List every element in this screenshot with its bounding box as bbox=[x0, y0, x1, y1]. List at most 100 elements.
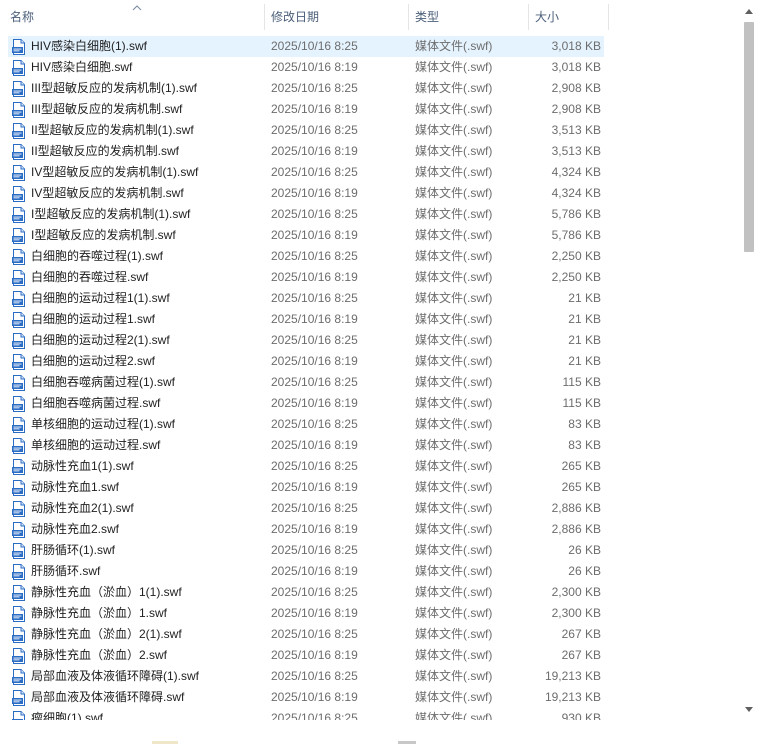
column-header-bar: 名称 修改日期 类型 大小 bbox=[0, 0, 742, 34]
file-row[interactable]: I型超敏反应的发病机制(1).swf 2025/10/16 8:25 媒体文件(.s… bbox=[8, 204, 604, 225]
swf-file-icon bbox=[11, 165, 27, 181]
file-name: HIV感染白细胞(1).swf bbox=[31, 39, 148, 53]
swf-file-icon bbox=[11, 39, 27, 55]
file-type: 媒体文件(.swf) bbox=[415, 60, 493, 74]
file-modified-date: 2025/10/16 8:25 bbox=[271, 375, 358, 389]
file-size: 3,513 KB bbox=[551, 144, 601, 158]
file-name: 动脉性充血2(1).swf bbox=[31, 501, 134, 515]
swf-file-icon bbox=[11, 354, 27, 370]
file-row[interactable]: 局部血液及体液循环障碍.swf 2025/10/16 8:19 媒体文件(.swf)… bbox=[8, 687, 604, 708]
file-type: 媒体文件(.swf) bbox=[415, 228, 493, 242]
file-row[interactable]: 白细胞的运动过程2.swf 2025/10/16 8:19 媒体文件(.swf) 21… bbox=[8, 351, 604, 372]
file-row[interactable]: II型超敏反应的发病机制.swf 2025/10/16 8:19 媒体文件(.swf… bbox=[8, 141, 604, 162]
column-header-modified[interactable]: 修改日期 bbox=[265, 4, 408, 30]
file-modified-date: 2025/10/16 8:25 bbox=[271, 39, 358, 53]
vertical-scrollbar[interactable] bbox=[742, 0, 756, 722]
file-modified-date: 2025/10/16 8:19 bbox=[271, 480, 358, 494]
file-row[interactable]: III型超敏反应的发病机制(1).swf 2025/10/16 8:25 媒体文件(… bbox=[8, 78, 604, 99]
file-row[interactable]: 静脉性充血（淤血）2(1).swf 2025/10/16 8:25 媒体文件(.sw… bbox=[8, 624, 604, 645]
swf-file-icon bbox=[11, 669, 27, 685]
swf-file-icon bbox=[11, 249, 27, 265]
file-size: 3,513 KB bbox=[551, 123, 601, 137]
file-row[interactable]: II型超敏反应的发病机制(1).swf 2025/10/16 8:25 媒体文件(.… bbox=[8, 120, 604, 141]
column-header-type[interactable]: 类型 bbox=[409, 4, 528, 30]
file-row[interactable]: 白细胞吞噬病菌过程(1).swf 2025/10/16 8:25 媒体文件(.swf… bbox=[8, 372, 604, 393]
column-header-modified-label: 修改日期 bbox=[271, 10, 320, 24]
file-row[interactable]: 单核细胞的运动过程.swf 2025/10/16 8:19 媒体文件(.swf) 83… bbox=[8, 435, 604, 456]
file-row[interactable]: 肝肠循环.swf 2025/10/16 8:19 媒体文件(.swf) 26 KB bbox=[8, 561, 604, 582]
file-row[interactable]: 静脉性充血（淤血）1.swf 2025/10/16 8:19 媒体文件(.swf) 2… bbox=[8, 603, 604, 624]
scroll-up-arrow-icon[interactable] bbox=[742, 5, 756, 19]
swf-file-icon bbox=[11, 102, 27, 118]
file-row[interactable]: 肝肠循环(1).swf 2025/10/16 8:25 媒体文件(.swf) 26 K… bbox=[8, 540, 604, 561]
file-modified-date: 2025/10/16 8:25 bbox=[271, 207, 358, 221]
file-row[interactable]: 白细胞的运动过程1(1).swf 2025/10/16 8:25 媒体文件(.swf… bbox=[8, 288, 604, 309]
file-modified-date: 2025/10/16 8:19 bbox=[271, 60, 358, 74]
swf-file-icon bbox=[11, 207, 27, 223]
file-modified-date: 2025/10/16 8:19 bbox=[271, 564, 358, 578]
file-type: 媒体文件(.swf) bbox=[415, 249, 493, 263]
file-row[interactable]: 白细胞的运动过程2(1).swf 2025/10/16 8:25 媒体文件(.swf… bbox=[8, 330, 604, 351]
file-size: 2,300 KB bbox=[551, 585, 601, 599]
column-header-name[interactable]: 名称 bbox=[4, 4, 264, 30]
file-row[interactable]: IV型超敏反应的发病机制(1).swf 2025/10/16 8:25 媒体文件(.… bbox=[8, 162, 604, 183]
file-row[interactable]: 动脉性充血1.swf 2025/10/16 8:19 媒体文件(.swf) 265 K… bbox=[8, 477, 604, 498]
file-size: 2,908 KB bbox=[551, 102, 601, 116]
file-row[interactable]: 动脉性充血1(1).swf 2025/10/16 8:25 媒体文件(.swf) 26… bbox=[8, 456, 604, 477]
file-type: 媒体文件(.swf) bbox=[415, 459, 493, 473]
file-name: 局部血液及体液循环障碍.swf bbox=[31, 690, 185, 704]
file-type: 媒体文件(.swf) bbox=[415, 585, 493, 599]
file-size: 2,886 KB bbox=[551, 501, 601, 515]
swf-file-icon bbox=[11, 186, 27, 202]
file-size: 2,908 KB bbox=[551, 81, 601, 95]
file-row[interactable]: 动脉性充血2.swf 2025/10/16 8:19 媒体文件(.swf) 2,886… bbox=[8, 519, 604, 540]
file-size: 21 KB bbox=[568, 333, 601, 347]
file-modified-date: 2025/10/16 8:25 bbox=[271, 291, 358, 305]
file-size: 3,018 KB bbox=[551, 60, 601, 74]
file-type: 媒体文件(.swf) bbox=[415, 396, 493, 410]
scroll-down-arrow-icon[interactable] bbox=[742, 704, 756, 718]
swf-file-icon bbox=[11, 333, 27, 349]
file-row[interactable]: III型超敏反应的发病机制.swf 2025/10/16 8:19 媒体文件(.sw… bbox=[8, 99, 604, 120]
file-size: 930 KB bbox=[561, 711, 601, 720]
file-row[interactable]: 白细胞的吞噬过程(1).swf 2025/10/16 8:25 媒体文件(.swf)… bbox=[8, 246, 604, 267]
file-size: 115 KB bbox=[562, 396, 601, 410]
column-divider[interactable] bbox=[608, 4, 609, 30]
file-name: 白细胞的运动过程2.swf bbox=[31, 354, 156, 368]
file-size: 83 KB bbox=[568, 417, 601, 431]
swf-file-icon bbox=[11, 480, 27, 496]
file-row[interactable]: HIV感染白细胞(1).swf 2025/10/16 8:25 媒体文件(.swf)… bbox=[8, 36, 604, 57]
file-name: IV型超敏反应的发病机制(1).swf bbox=[31, 165, 199, 179]
file-size: 19,213 KB bbox=[544, 690, 601, 704]
file-type: 媒体文件(.swf) bbox=[415, 207, 493, 221]
file-row[interactable]: 单核细胞的运动过程(1).swf 2025/10/16 8:25 媒体文件(.swf… bbox=[8, 414, 604, 435]
file-row[interactable]: 白细胞的运动过程1.swf 2025/10/16 8:19 媒体文件(.swf) 21… bbox=[8, 309, 604, 330]
file-row[interactable]: I型超敏反应的发病机制.swf 2025/10/16 8:19 媒体文件(.swf)… bbox=[8, 225, 604, 246]
scroll-thumb[interactable] bbox=[744, 22, 754, 252]
swf-file-icon bbox=[11, 606, 27, 622]
file-row[interactable]: 白细胞的吞噬过程.swf 2025/10/16 8:19 媒体文件(.swf) 2,2… bbox=[8, 267, 604, 288]
file-row[interactable]: IV型超敏反应的发病机制.swf 2025/10/16 8:19 媒体文件(.swf… bbox=[8, 183, 604, 204]
file-size: 2,250 KB bbox=[551, 270, 601, 284]
file-name: 肝肠循环.swf bbox=[31, 564, 101, 578]
column-header-size[interactable]: 大小 bbox=[529, 4, 608, 30]
file-type: 媒体文件(.swf) bbox=[415, 417, 493, 431]
file-name: 动脉性充血2.swf bbox=[31, 522, 120, 536]
file-explorer-details-view: 名称 修改日期 类型 大小 HIV感染白细胞(1).swf 2025/10/16 … bbox=[0, 0, 767, 744]
file-type: 媒体文件(.swf) bbox=[415, 438, 493, 452]
file-row[interactable]: 局部血液及体液循环障碍(1).swf 2025/10/16 8:25 媒体文件(.s… bbox=[8, 666, 604, 687]
file-row[interactable]: 瘤细胞(1).swf 2025/10/16 8:25 媒体文件(.swf) 930 K… bbox=[8, 708, 604, 720]
swf-file-icon bbox=[11, 543, 27, 559]
file-name: 静脉性充血（淤血）2(1).swf bbox=[31, 627, 182, 641]
file-type: 媒体文件(.swf) bbox=[415, 711, 493, 720]
file-row[interactable]: 静脉性充血（淤血）1(1).swf 2025/10/16 8:25 媒体文件(.sw… bbox=[8, 582, 604, 603]
file-modified-date: 2025/10/16 8:19 bbox=[271, 522, 358, 536]
file-modified-date: 2025/10/16 8:19 bbox=[271, 144, 358, 158]
file-name: 白细胞吞噬病菌过程(1).swf bbox=[31, 375, 176, 389]
file-row[interactable]: 静脉性充血（淤血）2.swf 2025/10/16 8:19 媒体文件(.swf) 2… bbox=[8, 645, 604, 666]
file-name: 瘤细胞(1).swf bbox=[31, 711, 104, 720]
file-row[interactable]: HIV感染白细胞.swf 2025/10/16 8:19 媒体文件(.swf) 3,0… bbox=[8, 57, 604, 78]
file-type: 媒体文件(.swf) bbox=[415, 312, 493, 326]
file-row[interactable]: 白细胞吞噬病菌过程.swf 2025/10/16 8:19 媒体文件(.swf) 11… bbox=[8, 393, 604, 414]
file-row[interactable]: 动脉性充血2(1).swf 2025/10/16 8:25 媒体文件(.swf) 2,… bbox=[8, 498, 604, 519]
